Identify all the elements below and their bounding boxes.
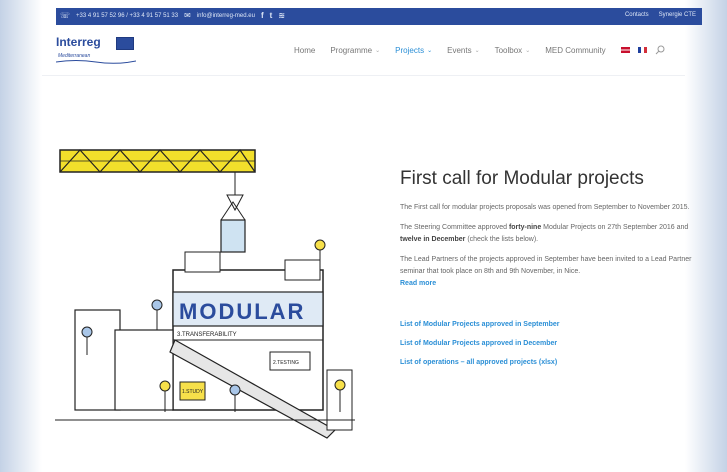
chevron-down-icon: ⌄: [474, 47, 480, 54]
fr-flag-icon[interactable]: [637, 47, 647, 53]
link-all-operations-xlsx[interactable]: List of operations – all approved projec…: [400, 359, 710, 366]
contacts-link[interactable]: Contacts: [625, 12, 649, 18]
nav-item-home[interactable]: Home: [294, 46, 315, 55]
crane-icon: [59, 149, 256, 253]
interreg-logo[interactable]: Interreg Mediterranean: [56, 35, 146, 65]
chevron-down-icon: ⌄: [375, 47, 381, 54]
study-label: 1.STUDY: [182, 389, 204, 395]
nav-label: MED Community: [545, 45, 606, 55]
twitter-icon[interactable]: t: [270, 12, 273, 20]
text-segment: (check the lists below).: [465, 236, 539, 243]
facebook-icon[interactable]: f: [261, 12, 264, 20]
top-bar: ☏ +33 4 91 57 52 96 / +33 4 91 57 51 33 …: [56, 8, 702, 25]
eu-flag-icon: [116, 37, 134, 50]
rss-icon[interactable]: ≋: [278, 12, 285, 20]
link-approved-september[interactable]: List of Modular Projects approved in Sep…: [400, 321, 710, 328]
text-segment: The Steering Committee approved: [400, 224, 509, 231]
chevron-down-icon: ⌄: [525, 47, 531, 54]
phone-icon: ☏: [60, 11, 71, 20]
paragraph-approvals: The Steering Committee approved forty-ni…: [400, 222, 710, 246]
nav-item-events[interactable]: Events ⌄: [447, 46, 480, 55]
link-approved-december[interactable]: List of Modular Projects approved in Dec…: [400, 340, 710, 347]
nav-item-projects[interactable]: Projects ⌄: [395, 46, 432, 55]
nav-item-toolbox[interactable]: Toolbox ⌄: [495, 46, 531, 55]
paragraph-seminar: The Lead Partners of the projects approv…: [400, 254, 710, 278]
nav-label: Projects: [395, 45, 425, 55]
top-bar-links: Contacts Synergie CTE: [625, 12, 696, 18]
read-more-link[interactable]: Read more: [400, 280, 710, 287]
nav-label: Programme: [330, 45, 373, 55]
text-segment: The Lead Partners of the projects approv…: [400, 256, 692, 275]
modular-illustration: MODULAR 3.TRANSFERABILITY 2.TESTING 1.ST…: [55, 149, 355, 439]
header: Interreg Mediterranean Home Programme ⌄ …: [42, 25, 685, 76]
building-icon: MODULAR 3.TRANSFERABILITY 2.TESTING 1.ST…: [55, 251, 355, 439]
page-title: First call for Modular projects: [400, 168, 644, 189]
bold-count: forty-nine: [508, 224, 542, 231]
search-icon[interactable]: [655, 45, 665, 55]
top-bar-contact: ☏ +33 4 91 57 52 96 / +33 4 91 57 51 33 …: [60, 12, 285, 20]
logo-wave-icon: [56, 60, 136, 64]
nav-item-programme[interactable]: Programme ⌄: [330, 46, 380, 55]
main-nav: Home Programme ⌄ Projects ⌄ Events ⌄ Too…: [294, 45, 665, 55]
phone-numbers: +33 4 91 57 52 96 / +33 4 91 57 51 33: [76, 13, 179, 19]
logo-title: Interreg: [56, 35, 101, 49]
email-link[interactable]: info@interreg-med.eu: [197, 13, 255, 19]
synergie-cte-link[interactable]: Synergie CTE: [659, 12, 696, 18]
text-segment: Modular Projects on 27th September 2016 …: [541, 224, 689, 231]
en-flag-icon[interactable]: [620, 47, 630, 53]
nav-label: Events: [447, 45, 472, 55]
paragraph-intro: The First call for modular projects prop…: [400, 204, 690, 211]
nav-label: Toolbox: [494, 45, 523, 55]
bold-december: twelve in December: [400, 236, 466, 243]
article: First call for Modular projects The Firs…: [400, 168, 710, 366]
modular-word: MODULAR: [179, 299, 305, 324]
email-icon: ✉: [184, 11, 191, 20]
testing-label: 2.TESTING: [273, 360, 299, 366]
nav-item-med-community[interactable]: MED Community: [545, 46, 605, 55]
nav-label: Home: [294, 45, 316, 55]
transferability-label: 3.TRANSFERABILITY: [177, 332, 237, 338]
chevron-down-icon: ⌄: [427, 47, 433, 54]
